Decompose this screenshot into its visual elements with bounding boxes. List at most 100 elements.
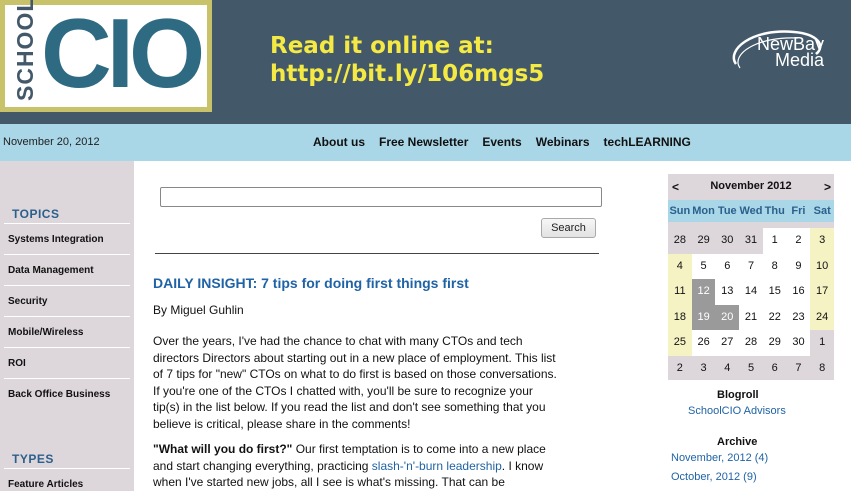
calendar-weekday-row: Sun Mon Tue Wed Thu Fri Sat: [668, 200, 834, 222]
school-cio-logo[interactable]: SCHOOL CIO: [0, 0, 212, 112]
weekday-mon: Mon: [692, 205, 715, 217]
nav-events[interactable]: Events: [482, 135, 521, 149]
calendar-day[interactable]: 3: [691, 355, 716, 381]
sidebar-item-back-office-business[interactable]: Back Office Business: [8, 389, 110, 400]
top-nav-bar: November 20, 2012 About us Free Newslett…: [0, 124, 851, 161]
calendar-day[interactable]: 2: [786, 228, 811, 254]
topics-heading: TOPICS: [12, 207, 60, 221]
weekday-sun: Sun: [669, 205, 691, 217]
sidebar-divider: [4, 347, 130, 348]
calendar-day[interactable]: 29: [762, 330, 787, 356]
calendar-day[interactable]: 7: [786, 355, 811, 381]
search-input[interactable]: [160, 187, 602, 207]
blogroll-section: Blogroll SchoolCIO Advisors: [668, 380, 834, 424]
weekday-tue: Tue: [717, 205, 737, 217]
calendar-day[interactable]: 28: [668, 228, 692, 254]
calendar-day[interactable]: 4: [668, 253, 692, 279]
calendar-day[interactable]: 24: [810, 304, 835, 330]
calendar-day[interactable]: 12: [691, 279, 716, 305]
paragraph-line: and start changing everything, practicin…: [153, 458, 605, 475]
sidebar-item-systems-integration[interactable]: Systems Integration: [8, 234, 104, 245]
site-header: SCHOOL CIO Read it online at: http://bit…: [0, 0, 851, 124]
search-button[interactable]: Search: [541, 218, 596, 238]
sidebar-item-data-management[interactable]: Data Management: [8, 265, 94, 276]
calendar-day[interactable]: 20: [715, 304, 740, 330]
newbay-wordmark: NewBay Media: [722, 35, 824, 69]
calendar-day[interactable]: 7: [739, 253, 763, 279]
nav-about-us[interactable]: About us: [313, 135, 365, 149]
sidebar-divider: [4, 468, 130, 469]
article-byline: By Miguel Guhlin: [153, 303, 244, 317]
left-sidebar: TOPICS Systems Integration Data Manageme…: [0, 161, 134, 491]
archive-title: Archive: [717, 436, 758, 448]
archive-link-november-2012[interactable]: November, 2012 (4): [671, 452, 768, 464]
calendar-month-title: November 2012: [710, 180, 792, 192]
calendar-day[interactable]: 1: [762, 228, 787, 254]
sidebar-item-feature-articles[interactable]: Feature Articles: [8, 479, 83, 490]
calendar-day[interactable]: 8: [810, 355, 835, 381]
content-divider: [155, 253, 599, 254]
weekday-fri: Fri: [791, 205, 806, 217]
calendar-day[interactable]: 10: [810, 253, 835, 279]
calendar-day[interactable]: 27: [715, 330, 740, 356]
paragraph-line: "What will you do first?" Our first temp…: [153, 441, 605, 458]
sidebar-item-roi[interactable]: ROI: [8, 358, 26, 369]
calendar-day[interactable]: 29: [691, 228, 716, 254]
article-title[interactable]: DAILY INSIGHT: 7 tips for doing first th…: [153, 275, 469, 291]
current-date: November 20, 2012: [3, 136, 100, 148]
calendar-day[interactable]: 19: [691, 304, 716, 330]
calendar-day[interactable]: 30: [786, 330, 811, 356]
nav-free-newsletter[interactable]: Free Newsletter: [379, 135, 468, 149]
calendar-day[interactable]: 30: [715, 228, 740, 254]
article-paragraph-1: Over the years, I've had the chance to c…: [153, 333, 605, 432]
calendar-day[interactable]: 13: [715, 279, 740, 305]
calendar-day[interactable]: 1: [810, 330, 835, 356]
sidebar-divider: [4, 316, 130, 317]
sidebar-item-mobile-wireless[interactable]: Mobile/Wireless: [8, 327, 84, 338]
calendar-day[interactable]: 15: [762, 279, 787, 305]
calendar-day[interactable]: 21: [739, 304, 763, 330]
calendar-day[interactable]: 11: [668, 279, 692, 305]
promo-url[interactable]: http://bit.ly/106mgs5: [270, 60, 544, 88]
nav-techlearning[interactable]: techLEARNING: [604, 135, 691, 149]
calendar-day[interactable]: 5: [739, 355, 763, 381]
calendar-day[interactable]: 14: [739, 279, 763, 305]
calendar-week-row: 2345678: [668, 355, 835, 381]
calendar-grid: 28 29 30 31 1 2 3 4 5 6 7 8 9 10 11 12 13 14 15 16 17 18 19 20 2…: [668, 228, 835, 381]
calendar-day[interactable]: 17: [810, 279, 835, 305]
calendar-next-button[interactable]: >: [824, 180, 831, 194]
logo-panel: SCHOOL CIO: [5, 0, 207, 108]
paragraph-line: If you're one of the CTOs I chatted with…: [153, 383, 533, 398]
calendar-day[interactable]: 9: [786, 253, 811, 279]
paragraph-line: believe is critical, please share in the…: [153, 416, 411, 431]
blogroll-link-schoolcio-advisors[interactable]: SchoolCIO Advisors: [688, 405, 786, 417]
slash-n-burn-link[interactable]: slash-'n'-burn leadership: [372, 459, 502, 473]
calendar-day[interactable]: 25: [668, 330, 692, 356]
calendar-day[interactable]: 16: [786, 279, 811, 305]
sidebar-divider: [4, 254, 130, 255]
calendar-day[interactable]: 3: [810, 228, 835, 254]
calendar-week-row: 11 12 13 14 15 16 17: [668, 279, 835, 305]
sidebar-divider: [4, 378, 130, 379]
calendar-widget: November 2012 < > Sun Mon Tue Wed Thu Fr…: [668, 174, 835, 381]
calendar-day[interactable]: 23: [786, 304, 811, 330]
calendar-day[interactable]: 18: [668, 304, 692, 330]
calendar-day[interactable]: 8: [762, 253, 787, 279]
archive-link-october-2012[interactable]: October, 2012 (9): [671, 471, 757, 483]
calendar-day[interactable]: 2: [668, 355, 692, 381]
calendar-day[interactable]: 5: [691, 253, 716, 279]
calendar-day[interactable]: 22: [762, 304, 787, 330]
paragraph-line: when I've started new jobs, all I see is…: [153, 475, 505, 489]
sidebar-divider: [4, 285, 130, 286]
calendar-day[interactable]: 26: [691, 330, 716, 356]
nav-webinars[interactable]: Webinars: [536, 135, 590, 149]
calendar-day[interactable]: 6: [762, 355, 787, 381]
sidebar-item-security[interactable]: Security: [8, 296, 47, 307]
calendar-day[interactable]: 6: [715, 253, 740, 279]
calendar-day[interactable]: 31: [739, 228, 763, 254]
calendar-day[interactable]: 4: [715, 355, 740, 381]
newbay-media-logo[interactable]: NewBay Media: [722, 24, 832, 80]
calendar-day[interactable]: 28: [739, 330, 763, 356]
calendar-prev-button[interactable]: <: [672, 180, 679, 194]
calendar-week-row: 28 29 30 31 1 2 3: [668, 228, 835, 254]
